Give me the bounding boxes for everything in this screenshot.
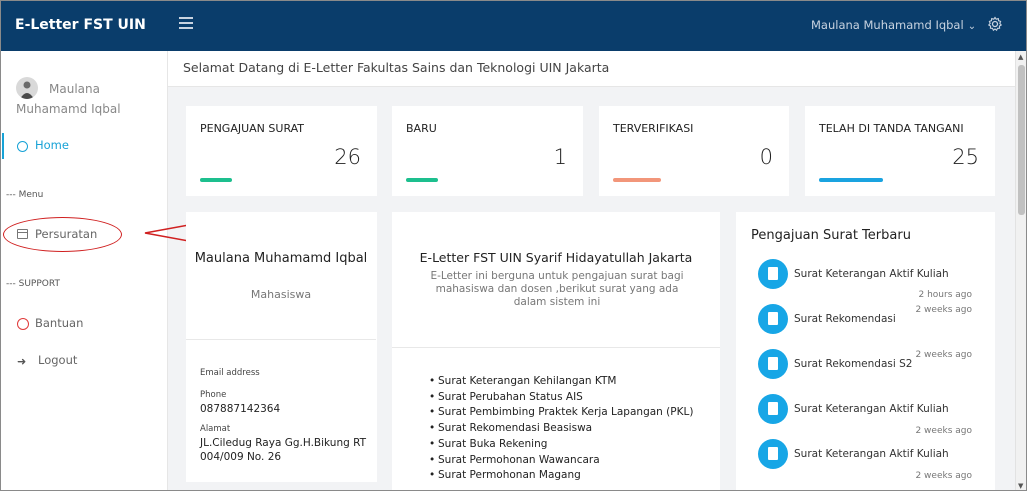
stat-card-ditandatangani: TELAH DI TANDA TANGANI 25: [805, 106, 995, 196]
submission-name: Surat Rekomendasi: [794, 313, 896, 325]
info-card-title: E-Letter FST UIN Syarif Hidayatullah Jak…: [419, 250, 693, 265]
latest-submissions-card: Pengajuan Surat Terbaru Surat Keterangan…: [736, 212, 995, 490]
stat-card-terverifikasi: TERVERIFIKASI 0: [599, 106, 789, 196]
divider: [186, 339, 376, 340]
brand-logo[interactable]: E-Letter FST UIN: [15, 1, 146, 51]
list-item: Surat Permohonan Magang: [429, 468, 693, 484]
info-card-description: E-Letter ini berguna untuk pengajuan sur…: [430, 270, 684, 308]
scrollbar[interactable]: ▲ ▼: [1015, 51, 1026, 490]
active-indicator: [2, 133, 4, 159]
list-item[interactable]: Surat Keterangan Aktif Kuliah 2 weeks ag…: [736, 439, 994, 484]
list-item[interactable]: Surat Keterangan Aktif Kuliah 2 hours ag…: [736, 259, 994, 304]
help-ring-icon: [17, 318, 29, 330]
list-item: Surat Buka Rekening: [429, 437, 693, 453]
submission-name: Surat Keterangan Aktif Kuliah: [794, 403, 949, 415]
stat-accent-line: [613, 178, 661, 182]
chevron-down-icon: ⌄: [967, 21, 977, 32]
app-frame: E-Letter FST UIN Maulana Muhamamd Iqbal ⌄…: [0, 0, 1027, 491]
stat-card-pengajuan: PENGAJUAN SURAT 26: [186, 106, 377, 196]
logout-icon: ➜: [17, 355, 27, 368]
stat-accent-line: [200, 178, 232, 182]
stat-accent-line: [406, 178, 438, 182]
submission-name: Surat Keterangan Aktif Kuliah: [794, 448, 949, 460]
submission-time: 2 hours ago: [918, 290, 973, 300]
profile-card-name: Maulana Muhamamd Iqbal: [194, 251, 368, 266]
stat-accent-line: [819, 178, 883, 182]
latest-submissions-title: Pengajuan Surat Terbaru: [751, 228, 911, 243]
letter-type-list: Surat Keterangan Kehilangan KTM Surat Pe…: [429, 374, 693, 484]
stat-label: TERVERIFIKASI: [613, 122, 694, 135]
list-item: Surat Keterangan Kehilangan KTM: [429, 374, 693, 390]
hamburger-icon[interactable]: [179, 17, 193, 31]
sidebar: Maulana Muhamamd Iqbal Home --- Menu Per…: [1, 51, 168, 490]
document-icon: [758, 394, 788, 424]
page-title: Selamat Datang di E-Letter Fakultas Sain…: [183, 60, 610, 75]
gear-icon[interactable]: [987, 16, 1003, 32]
email-label: Email address: [200, 368, 260, 378]
scroll-down-icon[interactable]: ▼: [1018, 482, 1023, 490]
page-header: Selamat Datang di E-Letter Fakultas Sain…: [168, 51, 1015, 87]
document-icon: [758, 349, 788, 379]
top-navbar: E-Letter FST UIN Maulana Muhamamd Iqbal ⌄: [1, 1, 1026, 51]
list-item[interactable]: Surat Rekomendasi S2 2 weeks ago: [736, 349, 994, 394]
dashboard-icon: [17, 141, 28, 152]
submission-time: 2 weeks ago: [915, 350, 972, 360]
sidebar-item-label: Home: [35, 138, 69, 152]
stat-card-baru: BARU 1: [392, 106, 583, 196]
profile-card-role: Mahasiswa: [250, 288, 312, 301]
stat-label: PENGAJUAN SURAT: [200, 122, 305, 135]
document-icon: [758, 304, 788, 334]
stat-value: 0: [759, 145, 773, 169]
phone-label: Phone: [200, 390, 227, 400]
list-item: Surat Perubahan Status AIS: [429, 390, 693, 406]
divider: [392, 347, 720, 348]
sidebar-item-home[interactable]: Home: [1, 133, 168, 159]
stat-value: 26: [334, 145, 361, 169]
submission-time: 2 weeks ago: [915, 426, 972, 436]
submission-time: 2 weeks ago: [915, 471, 972, 481]
phone-value: 087887142364: [200, 403, 281, 415]
menu-section-label: --- Menu: [6, 190, 44, 200]
stat-label: TELAH DI TANDA TANGANI: [819, 122, 964, 135]
user-menu-name: Maulana Muhamamd Iqbal: [811, 18, 964, 32]
sidebar-item-label: Persuratan: [35, 227, 98, 241]
list-item[interactable]: Surat Keterangan Aktif Kuliah 2 weeks ag…: [736, 394, 994, 439]
list-item: Surat Pembimbing Praktek Kerja Lapangan …: [429, 405, 693, 421]
profile-card: Maulana Muhamamd Iqbal Mahasiswa Email a…: [186, 212, 377, 482]
info-card: E-Letter FST UIN Syarif Hidayatullah Jak…: [392, 212, 720, 490]
document-icon: [758, 259, 788, 289]
user-menu[interactable]: Maulana Muhamamd Iqbal ⌄: [811, 1, 976, 51]
stat-label: BARU: [406, 122, 437, 135]
address-label: Alamat: [200, 424, 231, 434]
sidebar-item-logout[interactable]: ➜ Logout: [1, 348, 168, 372]
sidebar-profile-name: Maulana Muhamamd Iqbal: [16, 82, 121, 116]
sidebar-item-label: Bantuan: [35, 316, 84, 330]
support-section-label: --- SUPPORT: [6, 279, 60, 289]
stat-value: 25: [952, 145, 979, 169]
address-value: JL.Ciledug Raya Gg.H.Bikung RT 004/009 N…: [200, 437, 367, 463]
scroll-up-icon[interactable]: ▲: [1018, 53, 1023, 61]
document-icon: [758, 439, 788, 469]
calendar-icon: [17, 229, 28, 239]
list-item: Surat Permohonan Wawancara: [429, 453, 693, 469]
submission-time: 2 weeks ago: [915, 305, 972, 315]
sidebar-item-bantuan[interactable]: Bantuan: [1, 311, 168, 335]
sidebar-item-persuratan[interactable]: Persuratan: [1, 222, 168, 246]
scrollbar-thumb[interactable]: [1018, 65, 1025, 215]
list-item[interactable]: Surat Rekomendasi 2 weeks ago: [736, 304, 994, 349]
submission-name: Surat Keterangan Aktif Kuliah: [794, 268, 949, 280]
sidebar-item-label: Logout: [38, 353, 78, 367]
submission-name: Surat Rekomendasi S2: [794, 358, 913, 370]
list-item: Surat Rekomendasi Beasiswa: [429, 421, 693, 437]
stat-value: 1: [553, 145, 567, 169]
